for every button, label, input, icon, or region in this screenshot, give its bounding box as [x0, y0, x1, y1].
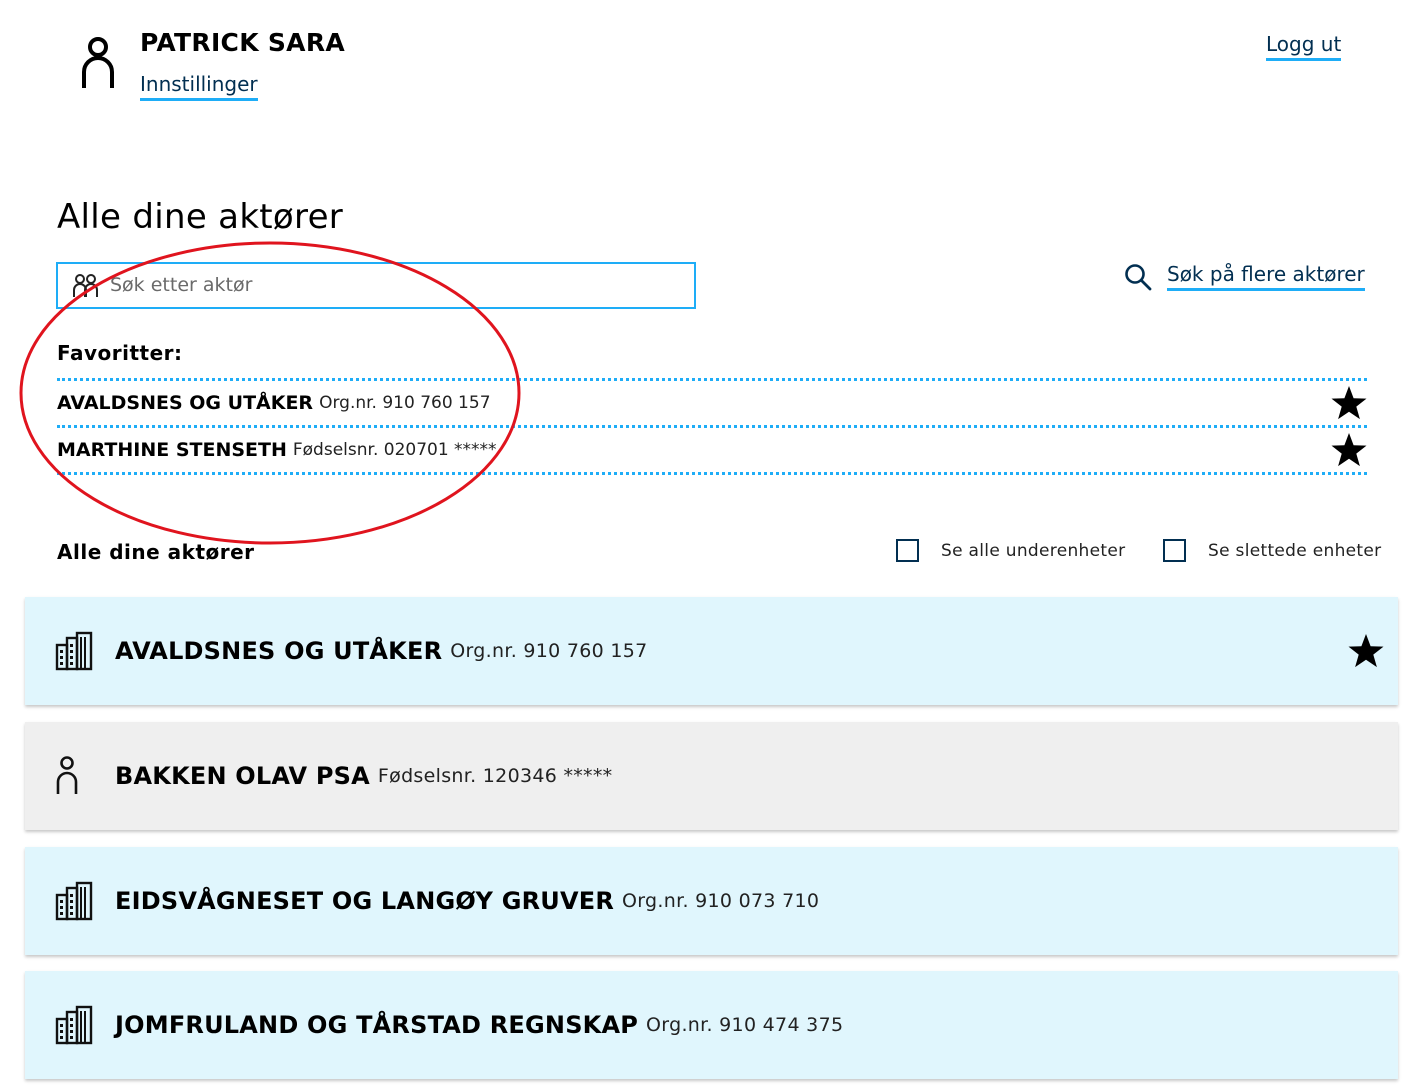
actor-id: Fødselsnr. 120346 ***** — [377, 765, 613, 787]
building-icon — [55, 881, 95, 921]
actor-card[interactable]: AVALDSNES OG UTÅKER Org.nr. 910 760 157 — [25, 597, 1398, 705]
star-filled-icon[interactable] — [1331, 432, 1367, 468]
show-subunits-checkbox[interactable]: Se alle underenheter — [896, 539, 1125, 562]
checkbox-box[interactable] — [896, 539, 919, 562]
annotation-ellipse — [18, 240, 522, 546]
page-title: Alle dine aktører — [57, 197, 344, 237]
actor-id: Org.nr. 910 474 375 — [646, 1014, 844, 1036]
building-icon — [55, 1005, 95, 1045]
actor-card[interactable]: BAKKEN OLAV PSA Fødselsnr. 120346 ***** — [25, 722, 1398, 830]
actor-name: JOMFRULAND OG TÅRSTAD REGNSKAP — [115, 1011, 639, 1039]
settings-link[interactable]: Innstillinger — [140, 72, 258, 101]
person-icon — [55, 756, 95, 796]
search-more-actors-link[interactable]: Søk på flere aktører — [1167, 262, 1365, 291]
building-icon — [55, 631, 95, 671]
checkbox-label: Se slettede enheter — [1208, 540, 1382, 561]
actor-name: BAKKEN OLAV PSA — [115, 762, 370, 790]
actor-id: Org.nr. 910 073 710 — [622, 890, 820, 912]
search-more-actors[interactable]: Søk på flere aktører — [1124, 262, 1365, 291]
checkbox-box[interactable] — [1163, 539, 1186, 562]
logout-link[interactable]: Logg ut — [1266, 32, 1342, 61]
star-filled-icon[interactable] — [1348, 633, 1384, 669]
show-deleted-checkbox[interactable]: Se slettede enheter — [1163, 539, 1381, 562]
star-filled-icon[interactable] — [1331, 385, 1367, 421]
user-name: PATRICK SARA — [140, 28, 346, 57]
actor-name: EIDSVÅGNESET OG LANGØY GRUVER — [115, 887, 615, 915]
all-actors-heading: Alle dine aktører — [57, 540, 255, 564]
search-icon[interactable] — [1124, 263, 1152, 291]
checkbox-label: Se alle underenheter — [941, 540, 1126, 561]
actor-card[interactable]: EIDSVÅGNESET OG LANGØY GRUVER Org.nr. 91… — [25, 847, 1398, 955]
actor-id: Org.nr. 910 760 157 — [450, 640, 648, 662]
actor-name: AVALDSNES OG UTÅKER — [115, 637, 443, 665]
user-avatar-icon — [78, 36, 118, 92]
actor-card[interactable]: JOMFRULAND OG TÅRSTAD REGNSKAP Org.nr. 9… — [25, 971, 1398, 1079]
